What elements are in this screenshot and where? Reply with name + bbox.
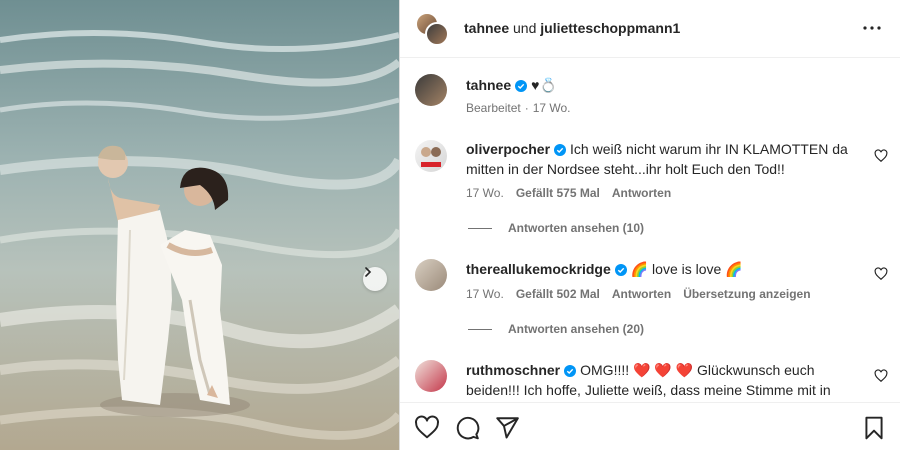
comment-username[interactable]: ruthmoschner bbox=[466, 362, 560, 378]
verified-icon bbox=[554, 144, 567, 156]
comments-list[interactable]: tahnee ♥💍 Bearbeitet · 17 Wo. oliverpoche… bbox=[400, 59, 900, 402]
chevron-right-icon bbox=[365, 267, 372, 277]
share-icon[interactable] bbox=[494, 415, 520, 441]
timestamp[interactable]: 17 Wo. bbox=[466, 186, 504, 200]
comment-username[interactable]: oliverpocher bbox=[466, 141, 550, 157]
verified-icon bbox=[564, 365, 577, 377]
heart-icon[interactable] bbox=[414, 415, 440, 441]
view-replies-button[interactable]: Antworten ansehen (10) bbox=[468, 221, 644, 235]
collab-avatars[interactable] bbox=[415, 12, 449, 46]
edited-label: Bearbeitet bbox=[466, 101, 521, 115]
more-options-button[interactable] bbox=[860, 18, 884, 38]
view-replies-button[interactable]: Antworten ansehen (20) bbox=[468, 322, 644, 336]
post-header: tahnee und julietteschoppmann1 bbox=[400, 0, 900, 58]
post-image bbox=[0, 0, 399, 450]
translate-button[interactable]: Übersetzung anzeigen bbox=[683, 287, 810, 301]
comment-meta: 17 Wo. Gefällt 502 Mal Antworten Überset… bbox=[466, 287, 811, 301]
timestamp[interactable]: 17 Wo. bbox=[466, 287, 504, 301]
replies-line bbox=[468, 227, 492, 229]
like-comment-heart-icon[interactable] bbox=[874, 267, 888, 281]
bookmark-icon[interactable] bbox=[861, 415, 887, 441]
timestamp[interactable]: 17 Wo. bbox=[533, 101, 571, 115]
author-conjunction: und bbox=[513, 20, 537, 36]
avatar[interactable] bbox=[415, 140, 447, 172]
caption: tahnee ♥💍 bbox=[466, 75, 850, 95]
post-actions bbox=[400, 402, 900, 450]
like-comment-heart-icon[interactable] bbox=[874, 149, 888, 163]
comment: oliverpocher Ich weiß nicht warum ihr IN … bbox=[466, 139, 850, 179]
reply-button[interactable]: Antworten bbox=[612, 186, 671, 200]
verified-icon bbox=[614, 264, 627, 276]
beach-photo bbox=[0, 0, 399, 450]
replies-line bbox=[468, 328, 492, 330]
reply-button[interactable]: Antworten bbox=[612, 287, 671, 301]
comment-username[interactable]: thereallukemockridge bbox=[466, 261, 611, 277]
avatar[interactable] bbox=[415, 74, 447, 106]
avatar[interactable] bbox=[415, 360, 447, 392]
caption-username[interactable]: tahnee bbox=[466, 77, 511, 93]
next-image-button[interactable] bbox=[363, 267, 387, 291]
likes-count[interactable]: Gefällt 502 Mal bbox=[516, 287, 600, 301]
author-link[interactable]: tahnee bbox=[464, 20, 509, 36]
comment: thereallukemockridge 🌈 love is love 🌈 bbox=[466, 259, 850, 279]
post-side-panel: tahnee und julietteschoppmann1 tahnee ♥💍 … bbox=[400, 0, 900, 450]
comment-text: 🌈 love is love 🌈 bbox=[630, 261, 743, 277]
avatar bbox=[425, 22, 449, 46]
collab-authors: tahnee und julietteschoppmann1 bbox=[464, 20, 680, 36]
like-comment-heart-icon[interactable] bbox=[874, 369, 888, 383]
comment-icon[interactable] bbox=[454, 415, 480, 441]
meta-separator: · bbox=[524, 101, 529, 115]
caption-text: ♥💍 bbox=[531, 77, 557, 93]
more-icon bbox=[863, 26, 881, 30]
view-replies-label: Antworten ansehen (10) bbox=[508, 221, 645, 235]
avatar-image bbox=[421, 147, 441, 167]
view-replies-label: Antworten ansehen (20) bbox=[508, 322, 645, 336]
caption-meta: Bearbeitet · 17 Wo. bbox=[466, 101, 571, 115]
comment: ruthmoschner OMG!!!! ❤️ ❤️ ❤️ Glückwunsch… bbox=[466, 360, 850, 400]
comment-meta: 17 Wo. Gefällt 575 Mal Antworten bbox=[466, 186, 671, 200]
verified-icon bbox=[515, 80, 528, 92]
avatar[interactable] bbox=[415, 259, 447, 291]
author-link[interactable]: julietteschoppmann1 bbox=[540, 20, 680, 36]
likes-count[interactable]: Gefällt 575 Mal bbox=[516, 186, 600, 200]
